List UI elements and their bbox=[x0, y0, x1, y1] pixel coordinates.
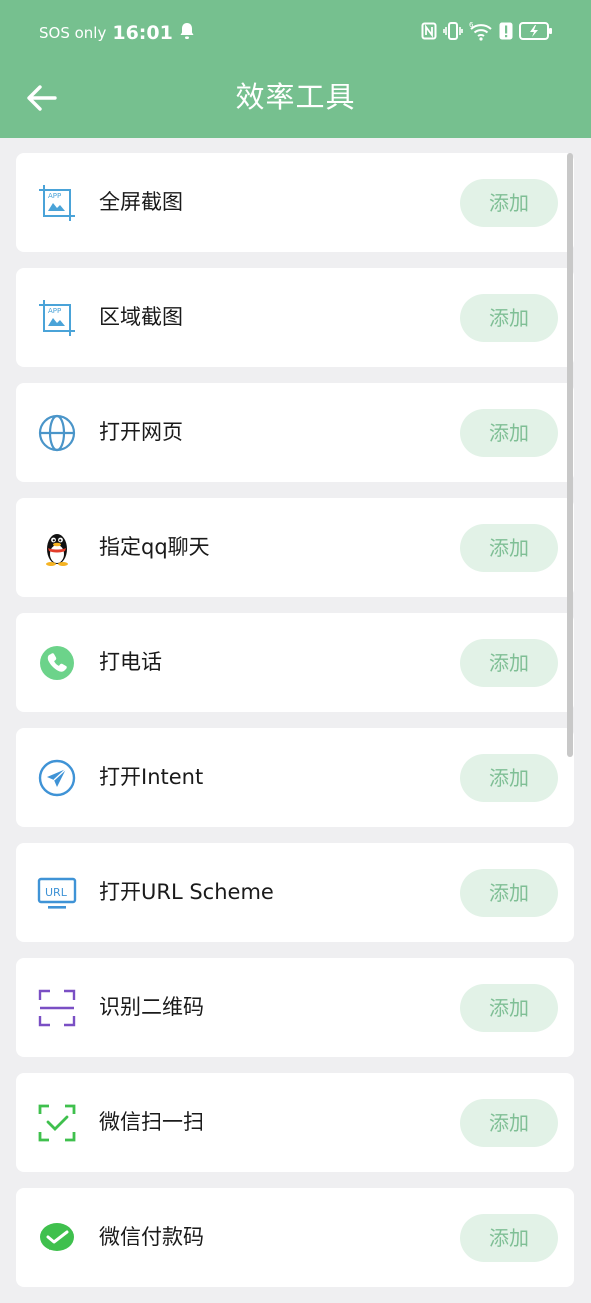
svg-text:APP: APP bbox=[48, 307, 61, 315]
carrier-text: SOS only bbox=[39, 24, 107, 42]
wechat-pay-icon bbox=[37, 1218, 77, 1258]
tool-item-qq-chat[interactable]: 指定qq聊天 添加 bbox=[16, 498, 574, 597]
nfc-icon bbox=[421, 22, 437, 44]
add-button[interactable]: 添加 bbox=[460, 984, 558, 1032]
url-monitor-icon: URL bbox=[37, 873, 77, 913]
tool-item-open-webpage[interactable]: 打开网页 添加 bbox=[16, 383, 574, 482]
tool-item-phone-call[interactable]: 打电话 添加 bbox=[16, 613, 574, 712]
add-button[interactable]: 添加 bbox=[460, 1214, 558, 1262]
alert-icon bbox=[499, 22, 513, 44]
tool-label: 识别二维码 bbox=[99, 995, 204, 1019]
send-plane-icon bbox=[37, 758, 77, 798]
tool-label: 打开Intent bbox=[99, 765, 204, 789]
tool-label: 微信扫一扫 bbox=[99, 1110, 204, 1134]
tool-item-wechat-scan[interactable]: 微信扫一扫 添加 bbox=[16, 1073, 574, 1172]
app-header: SOS only 16:01 6 效率工具 bbox=[0, 0, 591, 138]
qq-penguin-icon bbox=[37, 528, 77, 568]
tool-label: 微信付款码 bbox=[99, 1225, 204, 1249]
tool-label: 指定qq聊天 bbox=[99, 535, 210, 559]
add-button[interactable]: 添加 bbox=[460, 179, 558, 227]
clock-text: 16:01 bbox=[112, 22, 173, 44]
tool-label: 全屏截图 bbox=[99, 190, 183, 214]
svg-text:URL: URL bbox=[45, 886, 68, 899]
tool-item-area-screenshot[interactable]: APP 区域截图 添加 bbox=[16, 268, 574, 367]
wechat-scan-icon bbox=[37, 1103, 77, 1143]
tool-item-recognize-qr[interactable]: 识别二维码 添加 bbox=[16, 958, 574, 1057]
status-bar-right: 6 bbox=[421, 21, 553, 45]
add-button[interactable]: 添加 bbox=[460, 1099, 558, 1147]
phone-icon bbox=[37, 643, 77, 683]
svg-text:6: 6 bbox=[469, 21, 474, 29]
screenshot-app-icon: APP bbox=[37, 183, 77, 223]
tool-list: APP 全屏截图 添加 APP 区域截图 添加 打开网页 添加 指定qq聊天 添… bbox=[16, 153, 574, 1303]
tool-label: 打电话 bbox=[99, 650, 162, 674]
scrollbar[interactable] bbox=[567, 153, 573, 757]
globe-icon bbox=[37, 413, 77, 453]
scan-frame-icon bbox=[37, 988, 77, 1028]
status-bar-left: SOS only 16:01 bbox=[39, 21, 195, 45]
battery-icon bbox=[519, 21, 553, 45]
tool-item-open-url-scheme[interactable]: URL 打开URL Scheme 添加 bbox=[16, 843, 574, 942]
tool-item-open-intent[interactable]: 打开Intent 添加 bbox=[16, 728, 574, 827]
bell-icon bbox=[179, 22, 195, 44]
tool-label: 区域截图 bbox=[99, 305, 183, 329]
tool-label: 打开网页 bbox=[99, 420, 183, 444]
vibrate-icon bbox=[443, 21, 463, 45]
tool-item-fullscreen-screenshot[interactable]: APP 全屏截图 添加 bbox=[16, 153, 574, 252]
add-button[interactable]: 添加 bbox=[460, 639, 558, 687]
tool-item-wechat-pay-code[interactable]: 微信付款码 添加 bbox=[16, 1188, 574, 1287]
screenshot-app-icon: APP bbox=[37, 298, 77, 338]
add-button[interactable]: 添加 bbox=[460, 754, 558, 802]
wifi-icon: 6 bbox=[469, 21, 493, 45]
add-button[interactable]: 添加 bbox=[460, 524, 558, 572]
add-button[interactable]: 添加 bbox=[460, 409, 558, 457]
page-title: 效率工具 bbox=[235, 80, 356, 114]
add-button[interactable]: 添加 bbox=[460, 294, 558, 342]
add-button[interactable]: 添加 bbox=[460, 869, 558, 917]
tool-label: 打开URL Scheme bbox=[99, 880, 274, 904]
svg-text:APP: APP bbox=[48, 192, 61, 200]
